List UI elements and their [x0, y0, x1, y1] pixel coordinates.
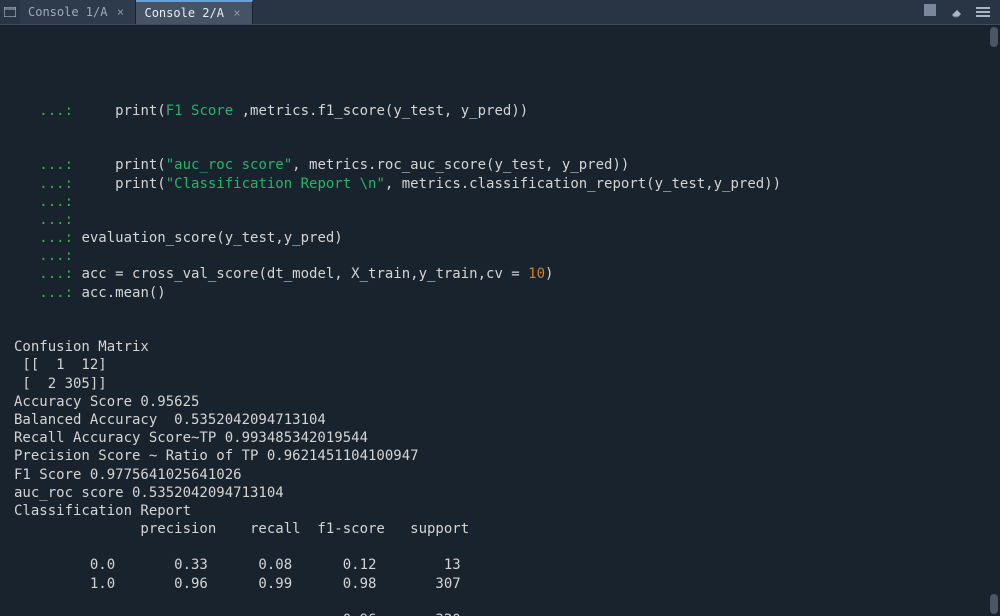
output-line: [[ 1 12]: [14, 356, 980, 374]
code-line: ...:: [14, 247, 980, 265]
output-line: precision recall f1-score support: [14, 520, 980, 538]
tab-console-1[interactable]: Console 1/A ×: [20, 0, 136, 24]
titlebar: Console 1/A × Console 2/A ×: [0, 0, 1000, 25]
output-line: F1 Score 0.9775641025641026: [14, 466, 980, 484]
code-line: ...: print("Classification Report \n", m…: [14, 175, 980, 193]
tab-label: Console 1/A: [28, 5, 107, 19]
output-line: [ 2 305]]: [14, 375, 980, 393]
output-line: [14, 538, 980, 556]
titlebar-actions: [924, 4, 1000, 20]
output-line: Balanced Accuracy 0.5352042094713104: [14, 411, 980, 429]
code-line: ...: print("auc_roc score", metrics.roc_…: [14, 156, 980, 174]
tab-label: Console 2/A: [144, 6, 223, 20]
output-line: accuracy 0.96 320: [14, 611, 980, 616]
menu-icon[interactable]: [976, 7, 990, 17]
close-icon[interactable]: ×: [230, 6, 244, 20]
code-line: ...: evaluation_score(y_test,y_pred): [14, 229, 980, 247]
output-line: Precision Score ~ Ratio of TP 0.96214511…: [14, 447, 980, 465]
output-line: Confusion Matrix: [14, 338, 980, 356]
console-content: ...: print(F1 Score ,metrics.f1_score(y_…: [14, 65, 992, 616]
code-line-partial: ...: print(F1 Score ,metrics.f1_score(y_…: [14, 102, 980, 120]
code-line: ...:: [14, 193, 980, 211]
output-line: 1.0 0.96 0.99 0.98 307: [14, 575, 980, 593]
window-icon: [0, 0, 20, 25]
output-line: Accuracy Score 0.95625: [14, 393, 980, 411]
code-line: ...:: [14, 211, 980, 229]
output-line: auc_roc score 0.5352042094713104: [14, 484, 980, 502]
output-line: Classification Report: [14, 502, 980, 520]
tab-console-2[interactable]: Console 2/A ×: [136, 0, 252, 24]
eraser-icon[interactable]: [948, 5, 964, 19]
stop-icon[interactable]: [924, 4, 936, 20]
code-line: ...: acc = cross_val_score(dt_model, X_t…: [14, 265, 980, 283]
output-line: 0.0 0.33 0.08 0.12 13: [14, 556, 980, 574]
console-output[interactable]: ...: print(F1 Score ,metrics.f1_score(y_…: [0, 25, 1000, 616]
close-icon[interactable]: ×: [113, 5, 127, 19]
output-line: Recall Accuracy Score~TP 0.9934853420195…: [14, 429, 980, 447]
output-line: [14, 593, 980, 611]
code-line: ...: acc.mean(): [14, 284, 980, 302]
scrollbar-thumb-top[interactable]: [990, 27, 998, 47]
scrollbar[interactable]: [990, 25, 998, 616]
scrollbar-thumb-bottom[interactable]: [990, 594, 998, 614]
